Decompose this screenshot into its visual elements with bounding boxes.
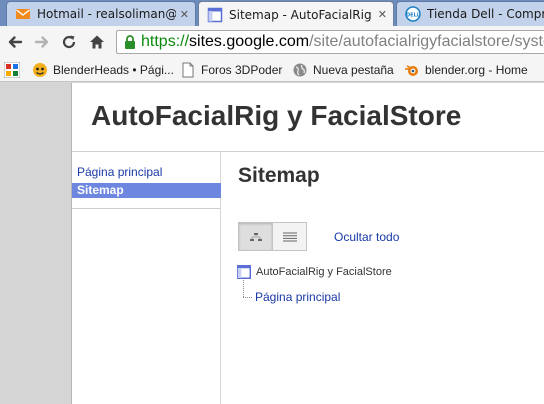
sidebar-item-sitemap[interactable]: Sitemap xyxy=(72,183,221,198)
tab-title: Hotmail - realsoliman@hot xyxy=(37,7,176,21)
dell-logo-icon: DELL xyxy=(405,6,421,22)
site-page: AutoFacialRig y FacialStore Página princ… xyxy=(71,83,544,404)
forward-button[interactable] xyxy=(31,31,53,53)
back-arrow-icon xyxy=(8,36,23,48)
forward-arrow-icon xyxy=(34,36,49,48)
sidebar-item-pagina-principal[interactable]: Página principal xyxy=(72,165,221,180)
hotmail-envelope-icon xyxy=(15,6,31,22)
bookmark-apps[interactable] xyxy=(3,61,25,79)
bookmark-label: blender.org - Home xyxy=(425,63,528,77)
browser-toolbar: https://sites.google.com/site/autofacial… xyxy=(0,26,544,58)
tree-connector xyxy=(243,280,244,297)
list-view-button[interactable] xyxy=(272,222,307,251)
tab-hotmail[interactable]: Hotmail - realsoliman@hot ✕ xyxy=(6,1,196,26)
globe-icon xyxy=(292,62,308,78)
site-page-icon xyxy=(237,265,251,279)
bookmark-label: Foros 3DPoder xyxy=(201,63,283,77)
tab-close-icon[interactable]: ✕ xyxy=(180,8,189,21)
svg-text:DELL: DELL xyxy=(406,13,421,19)
url-host: sites.google.com xyxy=(189,33,310,50)
document-icon xyxy=(180,62,196,78)
page-title: Sitemap xyxy=(238,164,320,187)
url-path: /site/autofacialrigyfacialstore/system xyxy=(309,33,544,50)
blenderheads-icon xyxy=(32,62,48,78)
tab-title: Tienda Dell - Compra C xyxy=(427,7,544,21)
collapse-all-link[interactable]: Ocultar todo xyxy=(334,230,399,244)
reload-button[interactable] xyxy=(58,31,80,53)
tree-root-label: AutoFacialRig y FacialStore xyxy=(256,266,392,278)
lock-icon xyxy=(123,34,137,50)
list-view-icon xyxy=(282,232,297,241)
page-viewport: AutoFacialRig y FacialStore Página princ… xyxy=(0,83,544,404)
tree-view-icon xyxy=(249,232,262,241)
bookmark-label: Nueva pestaña xyxy=(313,63,394,77)
bookmark-foros-3dpoder[interactable]: Foros 3DPoder xyxy=(180,61,282,79)
address-bar[interactable]: https://sites.google.com/site/autofacial… xyxy=(116,30,544,54)
tab-dell[interactable]: DELL Tienda Dell - Compra C xyxy=(396,1,544,26)
main-content: Sitemap Ocultar todo AutoFacialRig y Fac… xyxy=(222,152,544,404)
bookmark-blenderheads[interactable]: BlenderHeads • Pági... xyxy=(32,61,174,79)
sidebar-divider xyxy=(72,208,221,209)
google-sites-page-icon xyxy=(207,7,223,23)
blender-logo-icon xyxy=(404,62,420,78)
site-title[interactable]: AutoFacialRig y FacialStore xyxy=(91,100,461,132)
bookmark-label: BlenderHeads • Pági... xyxy=(53,63,174,77)
url-scheme: https:// xyxy=(141,33,190,50)
tab-close-icon[interactable]: ✕ xyxy=(378,8,387,21)
tab-sitemap[interactable]: Sitemap - AutoFacialRig y F ✕ xyxy=(198,1,394,26)
tree-connector xyxy=(243,297,252,298)
tab-strip: Hotmail - realsoliman@hot ✕ Sitemap - Au… xyxy=(0,0,544,26)
home-icon xyxy=(90,35,104,49)
tree-view-button[interactable] xyxy=(238,222,273,251)
reload-icon xyxy=(62,35,76,49)
google-apps-icon xyxy=(3,61,21,79)
bookmark-blender-org[interactable]: blender.org - Home xyxy=(404,61,528,79)
tab-title: Sitemap - AutoFacialRig y F xyxy=(229,7,374,22)
bookmark-nueva-pestana[interactable]: Nueva pestaña xyxy=(292,61,394,79)
back-button[interactable] xyxy=(4,31,26,53)
bookmarks-bar: BlenderHeads • Pági... Foros 3DPoder Nue… xyxy=(0,58,544,82)
view-toggle xyxy=(238,222,310,251)
tree-child-link[interactable]: Página principal xyxy=(255,290,340,304)
sidebar-nav: Página principal Sitemap xyxy=(72,152,221,404)
home-button[interactable] xyxy=(86,31,108,53)
tree-root-node: AutoFacialRig y FacialStore xyxy=(237,265,392,279)
